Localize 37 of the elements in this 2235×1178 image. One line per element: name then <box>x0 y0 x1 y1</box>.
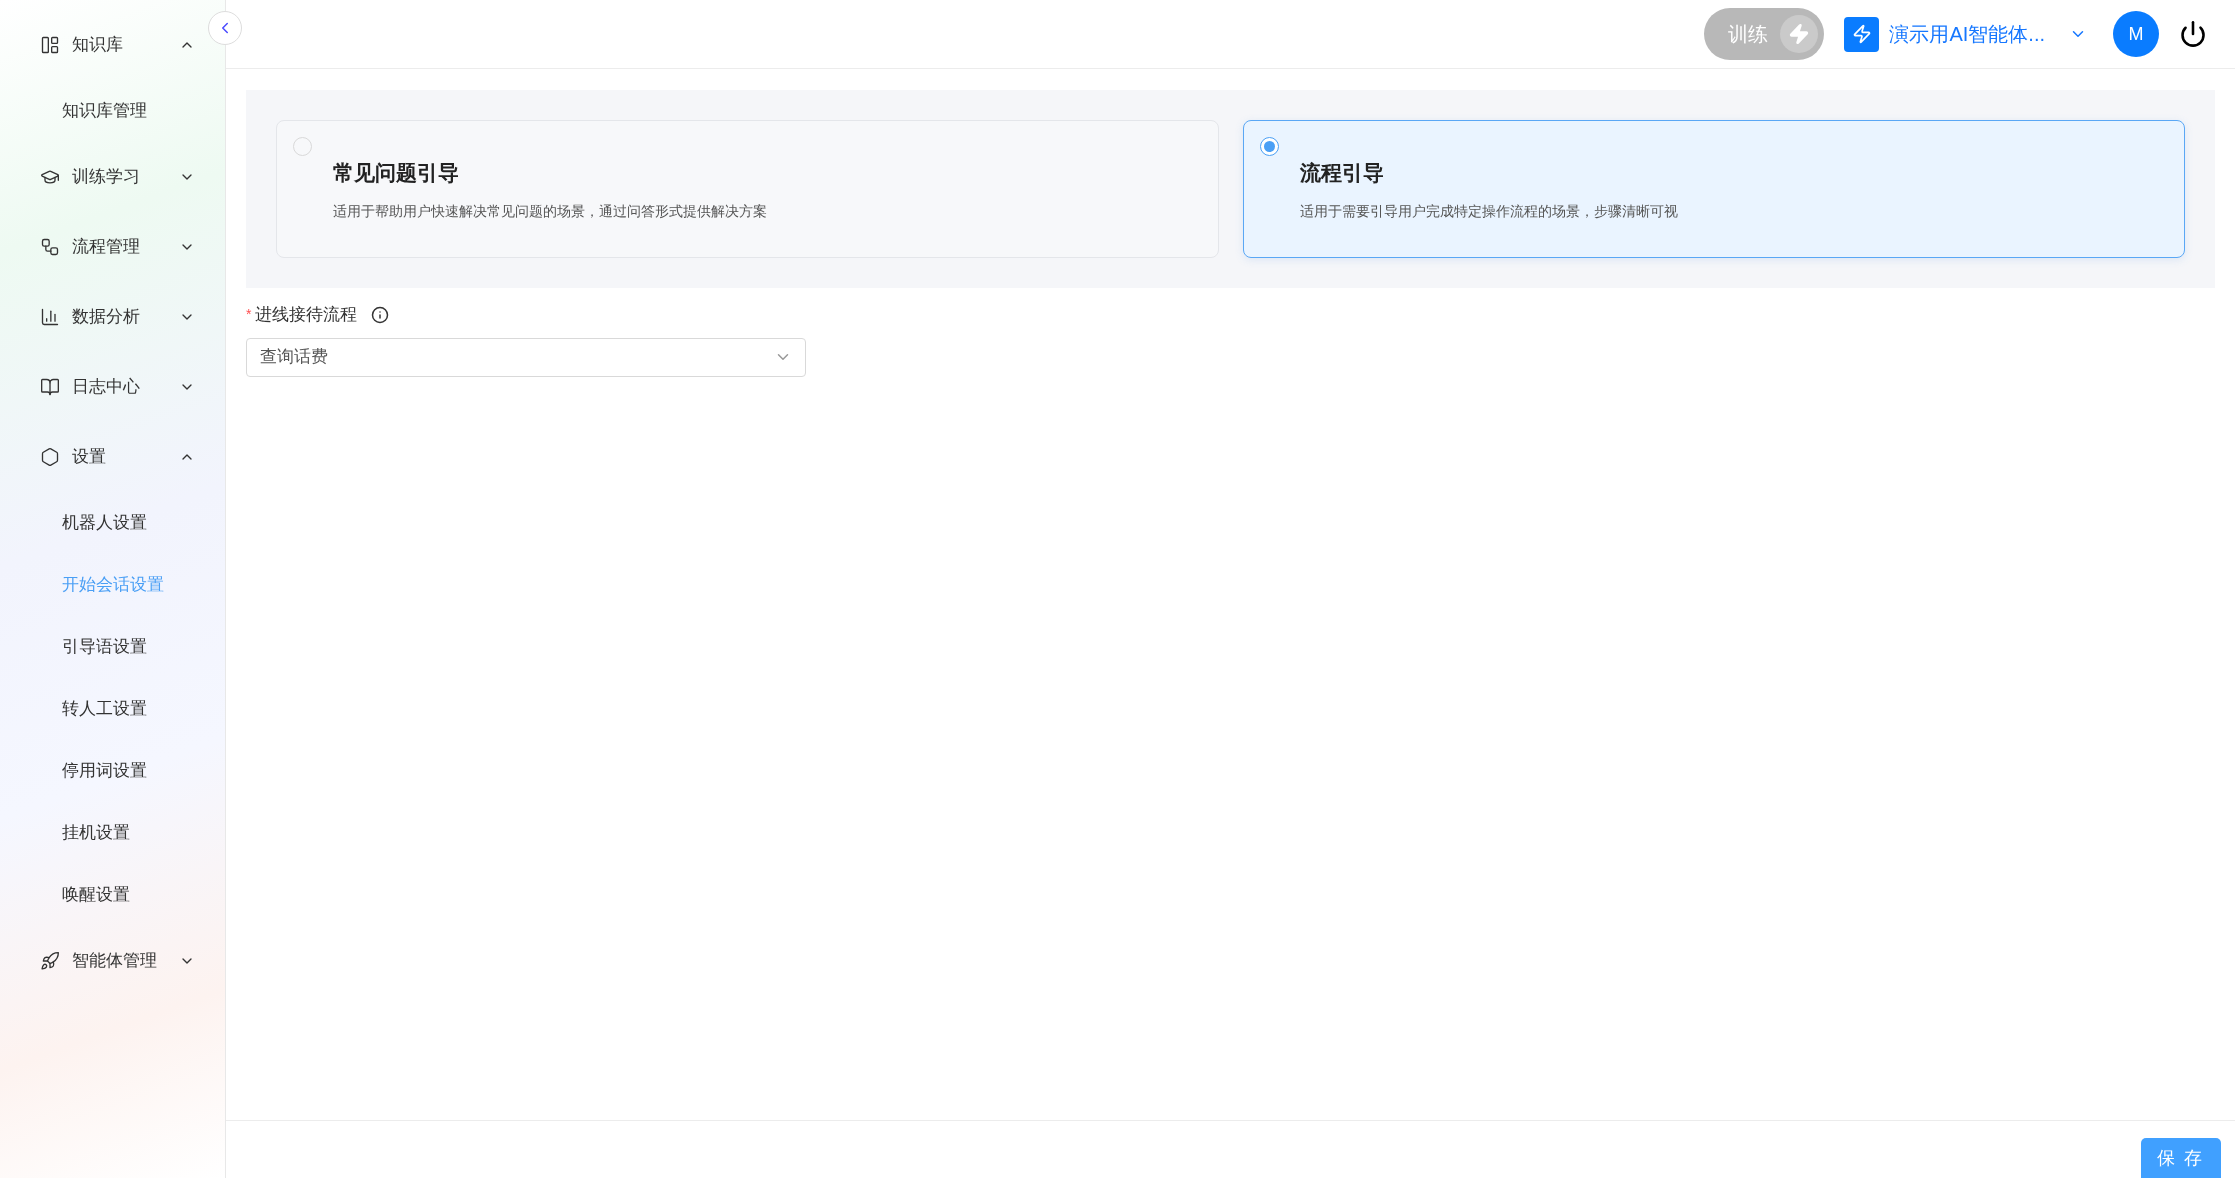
menu-group[interactable]: 数据分析 <box>40 282 195 352</box>
lightning-logo-icon <box>1844 16 1880 52</box>
option-card[interactable]: 常见问题引导 适用于帮助用户快速解决常见问题的场景，通过问答形式提供解决方案 <box>276 120 1219 258</box>
menu-item[interactable]: 转人工设置 <box>40 678 195 740</box>
menu-group[interactable]: 知识库 <box>40 10 195 80</box>
option-title: 常见问题引导 <box>333 160 460 186</box>
menu-group[interactable]: 设置 <box>40 422 195 492</box>
menu-group[interactable]: 训练学习 <box>40 142 195 212</box>
menu-group[interactable]: 流程管理 <box>40 212 195 282</box>
select-field[interactable]: 查询话费 <box>246 337 806 377</box>
book-icon <box>40 377 60 397</box>
layout-icon <box>40 35 60 55</box>
avatar[interactable]: M <box>2113 11 2159 57</box>
menu-group[interactable]: 智能体管理 <box>40 926 195 996</box>
option-description: 适用于帮助用户快速解决常见问题的场景，通过问答形式提供解决方案 <box>333 201 768 221</box>
lightning-icon <box>1780 15 1819 53</box>
agent-switcher[interactable]: 演示用AI智能体... <box>1844 16 2087 52</box>
option-title: 流程引导 <box>1299 160 1385 186</box>
menu-item[interactable]: 知识库管理 <box>40 80 195 142</box>
bar-chart-icon <box>40 307 60 327</box>
radio[interactable] <box>1259 137 1279 156</box>
menu-group[interactable]: 日志中心 <box>40 352 195 422</box>
required-mark: * <box>246 305 252 325</box>
flow-icon <box>40 237 60 257</box>
hexagon-icon <box>40 447 60 467</box>
collapse-button[interactable] <box>208 11 242 45</box>
power-icon[interactable] <box>2179 20 2207 48</box>
menu-item[interactable]: 机器人设置 <box>40 492 195 554</box>
menu-item[interactable]: 停用词设置 <box>40 740 195 802</box>
option-description: 适用于需要引导用户完成特定操作流程的场景，步骤清晰可视 <box>1299 201 1679 221</box>
info-icon[interactable] <box>371 305 390 324</box>
menu-item[interactable]: 挂机设置 <box>40 802 195 864</box>
menu-item[interactable]: 引导语设置 <box>40 616 195 678</box>
rocket-icon <box>40 951 60 971</box>
field-label: 进线接待流程 <box>255 304 358 326</box>
option-card[interactable]: 流程引导 适用于需要引导用户完成特定操作流程的场景，步骤清晰可视 <box>1242 120 2185 258</box>
menu-item[interactable]: 唤醒设置 <box>40 864 195 926</box>
